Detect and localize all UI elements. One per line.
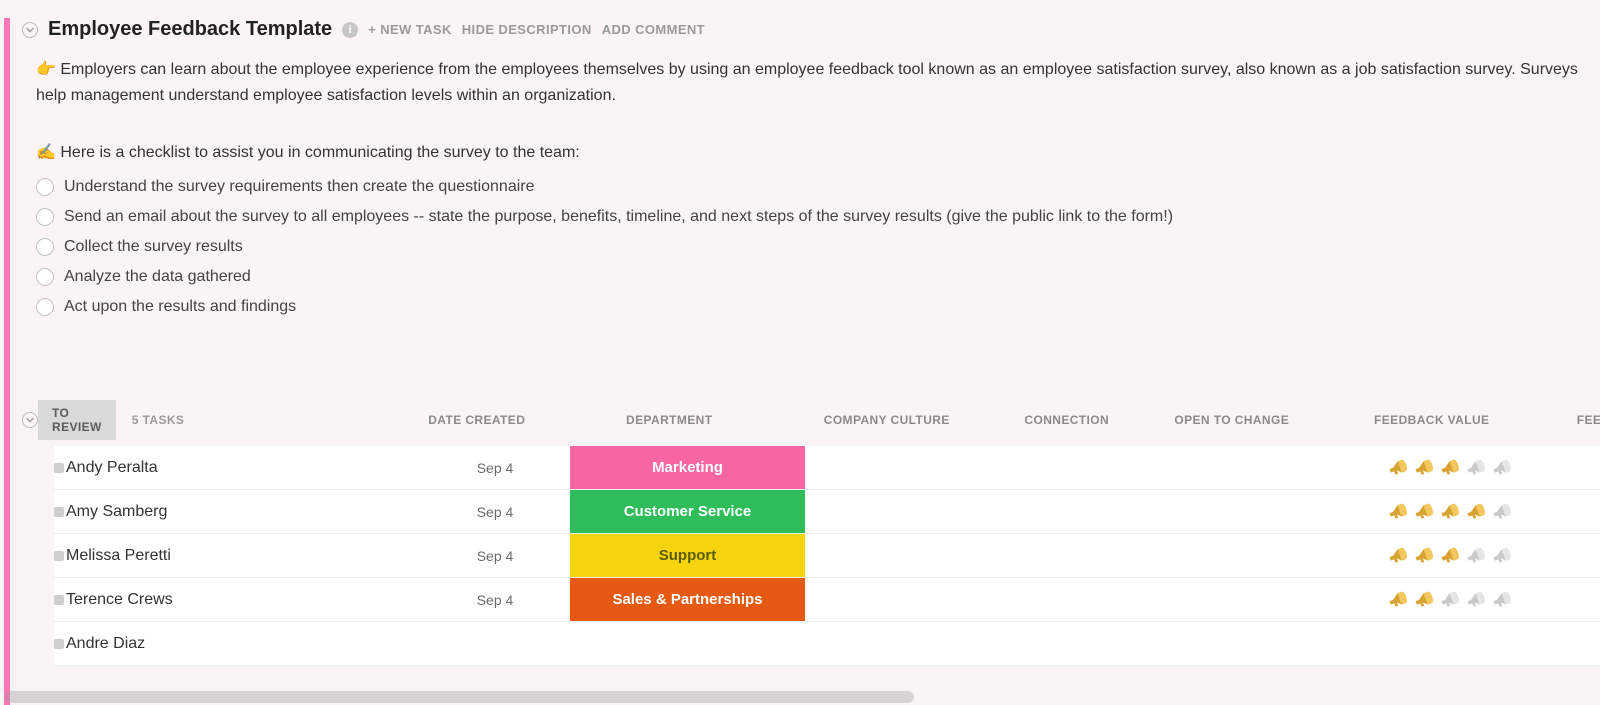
megaphone-icon [1438,500,1462,524]
checklist-item-label: Analyze the data gathered [64,268,251,286]
collapse-toggle-icon[interactable] [22,22,38,38]
section-color-bar [4,18,10,705]
task-department-badge[interactable]: Sales & Partnerships [570,578,805,621]
megaphone-icon [1490,500,1514,524]
checkbox-icon[interactable] [36,298,54,316]
task-row[interactable]: Terence CrewsSep 4Sales & Partnerships [54,578,1600,622]
megaphone-icon [1464,544,1488,568]
checklist-item: Act upon the results and findings [36,292,1600,322]
megaphone-icon [1464,456,1488,480]
checklist-item-label: Act upon the results and findings [64,298,296,316]
task-department-badge[interactable]: Support [570,534,805,577]
megaphone-icon [1464,588,1488,612]
col-feel-valued[interactable]: FEEL VALUED [1547,413,1600,427]
task-date[interactable]: Sep 4 [420,548,570,564]
description-text: 👉 Employers can learn about the employee… [36,57,1600,108]
task-row[interactable]: Amy SambergSep 4Customer Service [54,490,1600,534]
drag-handle-icon[interactable] [54,595,64,605]
megaphone-icon [1386,456,1410,480]
pointing-right-icon: 👉 [36,61,56,78]
megaphone-icon [1438,588,1462,612]
col-department[interactable]: DEPARTMENT [552,413,787,427]
checklist-item-label: Understand the survey requirements then … [64,178,535,196]
horizontal-scrollbar-thumb[interactable] [4,691,914,703]
feedback-value-rating[interactable] [1335,544,1565,568]
megaphone-icon [1412,588,1436,612]
drag-handle-icon[interactable] [54,551,64,561]
megaphone-icon [1386,500,1410,524]
task-date[interactable]: Sep 4 [420,460,570,476]
info-icon[interactable]: i [342,22,358,38]
checklist-item: Collect the survey results [36,232,1600,262]
task-date[interactable]: Sep 4 [420,504,570,520]
checkbox-icon[interactable] [36,178,54,196]
megaphone-icon [1490,544,1514,568]
task-name[interactable]: Melissa Peretti [64,547,420,565]
new-task-button[interactable]: + New Task [368,22,452,37]
task-row[interactable]: Andy PeraltaSep 4Marketing [54,446,1600,490]
megaphone-icon [1386,588,1410,612]
col-company-culture[interactable]: COMPANY CULTURE [787,413,987,427]
checkbox-icon[interactable] [36,238,54,256]
checkbox-icon[interactable] [36,208,54,226]
task-name[interactable]: Andre Diaz [64,635,420,653]
col-connection[interactable]: CONNECTION [987,413,1147,427]
checkbox-icon[interactable] [36,268,54,286]
col-feedback-value[interactable]: FEEDBACK VALUE [1317,413,1547,427]
col-date-created[interactable]: DATE CREATED [402,413,552,427]
task-department-badge[interactable] [570,622,805,665]
task-name[interactable]: Amy Samberg [64,503,420,521]
task-name[interactable]: Terence Crews [64,591,420,609]
col-open-to-change[interactable]: OPEN TO CHANGE [1147,413,1317,427]
task-row[interactable]: Andre Diaz [54,622,1600,666]
megaphone-icon [1386,544,1410,568]
drag-handle-icon[interactable] [54,463,64,473]
section-collapse-icon[interactable] [22,412,38,428]
task-row[interactable]: Melissa PerettiSep 4Support [54,534,1600,578]
task-date[interactable]: Sep 4 [420,592,570,608]
feedback-value-rating[interactable] [1335,588,1565,612]
checklist-item-label: Send an email about the survey to all em… [64,208,1173,226]
checklist-item: Send an email about the survey to all em… [36,202,1600,232]
checklist-item-label: Collect the survey results [64,238,243,256]
megaphone-icon [1438,456,1462,480]
megaphone-icon [1490,456,1514,480]
megaphone-icon [1412,544,1436,568]
hide-description-button[interactable]: Hide Description [462,22,592,37]
writing-hand-icon: ✍️ [36,144,56,161]
task-department-badge[interactable]: Marketing [570,446,805,489]
megaphone-icon [1412,456,1436,480]
checklist: Understand the survey requirements then … [36,172,1600,322]
drag-handle-icon[interactable] [54,507,64,517]
megaphone-icon [1490,588,1514,612]
megaphone-icon [1464,500,1488,524]
megaphone-icon [1438,544,1462,568]
feedback-value-rating[interactable] [1335,456,1565,480]
checklist-item: Analyze the data gathered [36,262,1600,292]
task-department-badge[interactable]: Customer Service [570,490,805,533]
checklist-item: Understand the survey requirements then … [36,172,1600,202]
page-title: Employee Feedback Template [48,18,332,41]
task-name[interactable]: Andy Peralta [64,459,420,477]
checklist-intro: ✍️ Here is a checklist to assist you in … [36,142,1600,162]
tasks-count: 5 TASKS [132,413,402,427]
megaphone-icon [1412,500,1436,524]
add-comment-button[interactable]: Add Comment [602,22,705,37]
drag-handle-icon[interactable] [54,639,64,649]
feedback-value-rating[interactable] [1335,500,1565,524]
section-header: TO REVIEW 5 TASKS DATE CREATED DEPARTMEN… [22,400,1600,440]
status-pill[interactable]: TO REVIEW [38,400,116,440]
